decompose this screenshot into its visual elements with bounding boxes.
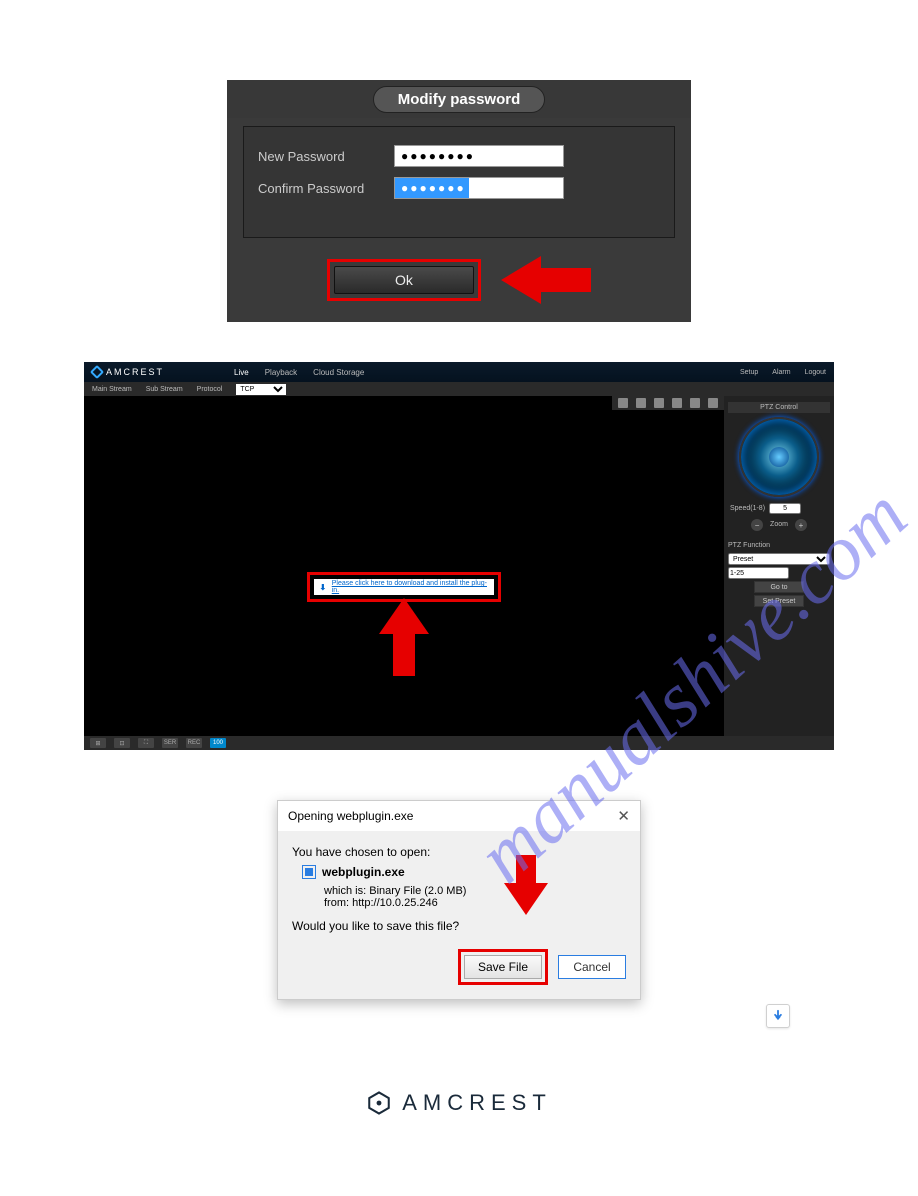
download-icon: ⬇ (318, 582, 328, 592)
zoom-pct-icon[interactable]: 100 (210, 738, 226, 748)
video-toolbar (612, 396, 724, 410)
zoom-in-button[interactable]: + (794, 518, 808, 532)
layout-icon-1[interactable]: ⊞ (90, 738, 106, 748)
chosen-text: You have chosen to open: (292, 845, 626, 859)
rec-icon[interactable]: REC (186, 738, 202, 748)
ser-icon[interactable]: SER (162, 738, 178, 748)
dialog-title: Opening webplugin.exe (288, 809, 413, 823)
footer-brand-text: AMCREST (402, 1090, 552, 1116)
logo-icon (90, 365, 104, 379)
download-link[interactable]: Please click here to download and instal… (332, 580, 490, 594)
brand-logo: AMCREST (92, 367, 164, 377)
layout-icon-2[interactable]: ⊡ (114, 738, 130, 748)
zoom-label: Zoom (770, 518, 788, 532)
protocol-select[interactable]: TCP (236, 384, 286, 395)
goto-button[interactable]: Go to (754, 581, 804, 593)
question-text: Would you like to save this file? (292, 919, 626, 933)
cancel-button[interactable]: Cancel (558, 955, 626, 979)
link-logout[interactable]: Logout (805, 369, 826, 376)
title-pill: Modify password (373, 86, 546, 113)
save-file-button[interactable]: Save File (464, 955, 542, 979)
sub-stream-btn[interactable]: Sub Stream (146, 386, 183, 393)
download-indicator-icon[interactable] (766, 1004, 790, 1028)
ok-highlight-box: Ok (327, 259, 481, 301)
snapshot-icon[interactable] (636, 398, 646, 408)
red-arrow-icon (501, 256, 591, 304)
volume-icon[interactable] (690, 398, 700, 408)
from-value: http://10.0.25.246 (352, 897, 438, 909)
fullscreen-icon[interactable] (618, 398, 628, 408)
which-is-value: Binary File (2.0 MB) (369, 885, 466, 897)
set-preset-button[interactable]: Set Preset (754, 595, 804, 607)
tab-live[interactable]: Live (234, 368, 249, 377)
download-dialog: Opening webplugin.exe ✕ You have chosen … (277, 800, 641, 1000)
confirm-password-input[interactable] (394, 177, 564, 199)
filename: webplugin.exe (322, 865, 405, 879)
mic-icon[interactable] (708, 398, 718, 408)
modify-password-panel: Modify password New Password Confirm Pas… (227, 80, 691, 322)
save-highlight-box: Save File (458, 949, 548, 985)
red-arrow-up-icon (379, 598, 429, 676)
close-icon[interactable]: ✕ (617, 807, 630, 825)
new-password-input[interactable] (394, 145, 564, 167)
ptz-title: PTZ Control (728, 402, 830, 413)
brand-text: AMCREST (106, 367, 164, 377)
ok-button[interactable]: Ok (334, 266, 474, 294)
tab-cloud[interactable]: Cloud Storage (313, 368, 364, 377)
video-area: ⬇ Please click here to download and inst… (84, 396, 724, 736)
form-box: New Password Confirm Password (243, 126, 675, 238)
right-links: Setup Alarm Logout (740, 369, 826, 376)
speed-label: Speed(1-8) (730, 505, 765, 512)
ptz-panel: PTZ Control Speed(1-8) − Zoom + PTZ Func… (724, 396, 834, 736)
nav-tabs: Live Playback Cloud Storage (234, 368, 364, 377)
new-password-label: New Password (258, 149, 394, 164)
title-bar: Modify password (227, 80, 691, 118)
ptz-func-title: PTZ Function (728, 542, 830, 549)
preset-num-input[interactable] (728, 567, 789, 579)
tab-playback[interactable]: Playback (265, 368, 297, 377)
speed-input[interactable] (769, 503, 801, 514)
dialog-body: You have chosen to open: webplugin.exe w… (278, 831, 640, 999)
footer-logo: AMCREST (60, 1090, 858, 1116)
ptz-wheel[interactable] (739, 417, 819, 497)
camera-web-ui: AMCREST Live Playback Cloud Storage Setu… (84, 362, 834, 750)
which-is-label: which is: (324, 885, 366, 897)
link-setup[interactable]: Setup (740, 369, 758, 376)
download-bar: ⬇ Please click here to download and inst… (314, 579, 494, 595)
main-stream-btn[interactable]: Main Stream (92, 386, 132, 393)
fullscreen-bottom-icon[interactable]: ⛶ (138, 738, 154, 748)
file-icon (302, 865, 316, 879)
protocol-label: Protocol (197, 386, 223, 393)
talk-icon[interactable] (672, 398, 682, 408)
logo-hex-icon (366, 1090, 392, 1116)
top-bar: AMCREST Live Playback Cloud Storage Setu… (84, 362, 834, 382)
from-label: from: (324, 897, 349, 909)
zoom-out-button[interactable]: − (750, 518, 764, 532)
sub-bar: Main Stream Sub Stream Protocol TCP (84, 382, 834, 396)
bottom-toolbar: ⊞ ⊡ ⛶ SER REC 100 (84, 736, 834, 750)
red-arrow-down-icon (504, 855, 548, 915)
record-icon[interactable] (654, 398, 664, 408)
confirm-password-label: Confirm Password (258, 181, 394, 196)
link-alarm[interactable]: Alarm (772, 369, 790, 376)
preset-select[interactable]: Preset (728, 553, 830, 565)
